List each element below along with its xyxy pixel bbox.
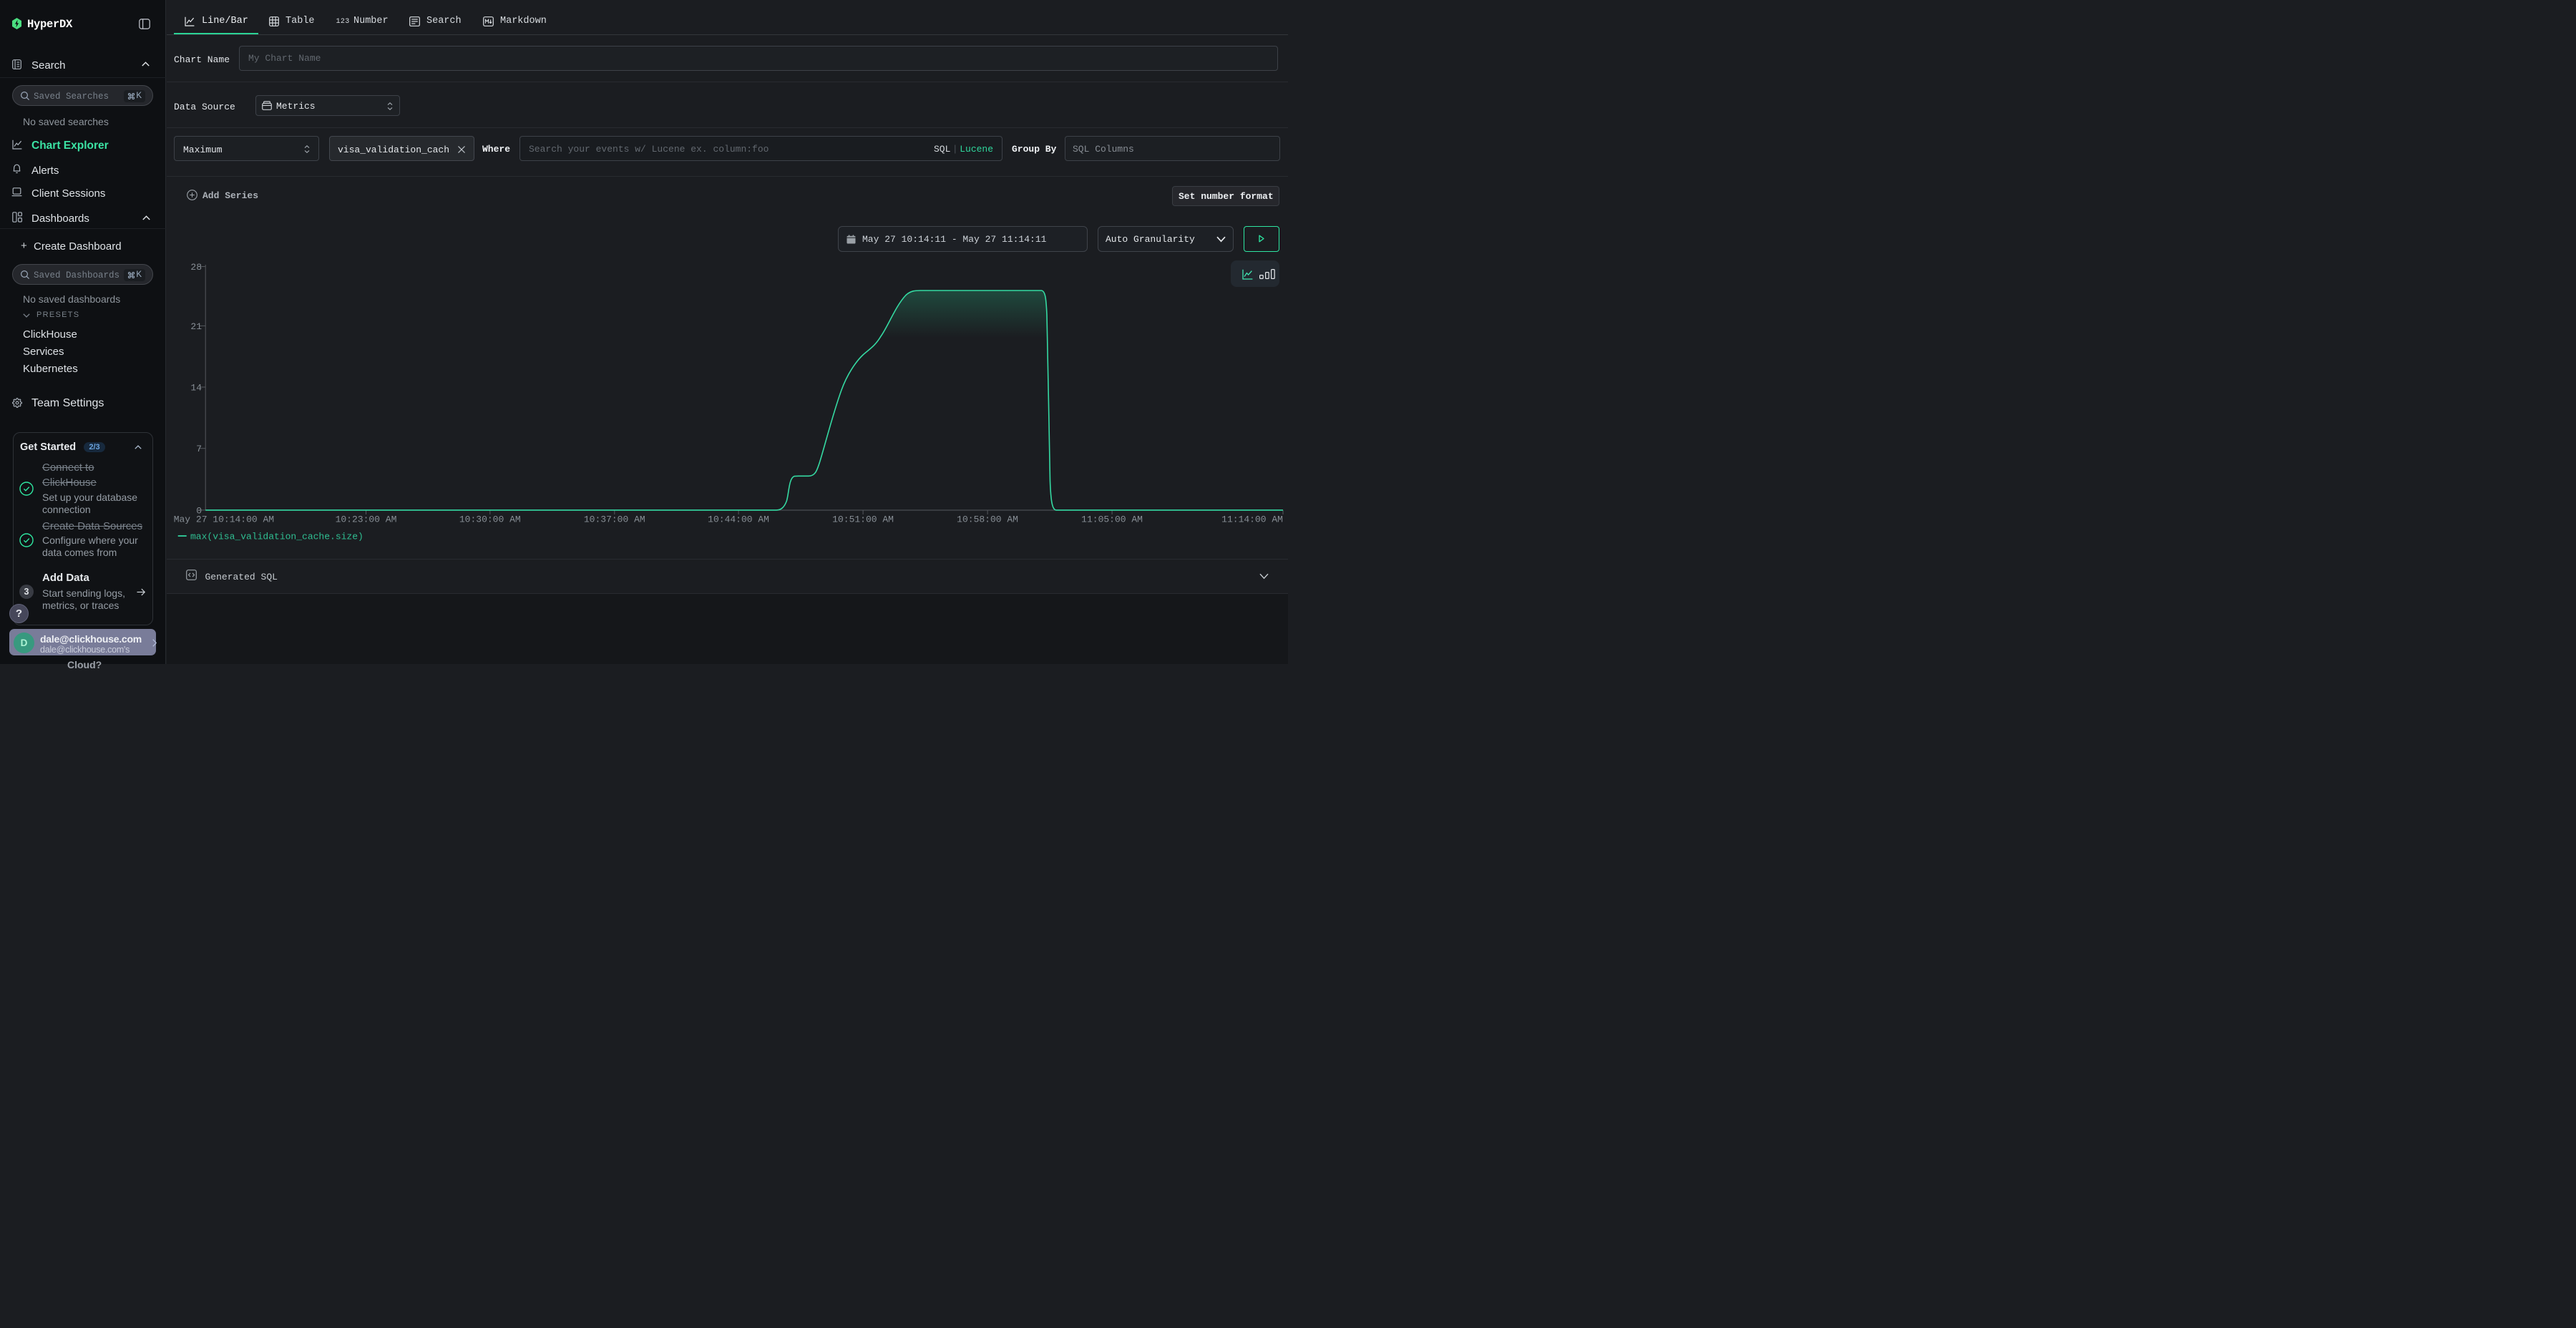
svg-text:28: 28 [190,262,202,273]
svg-text:10:44:00 AM: 10:44:00 AM [708,514,769,525]
svg-text:11:05:00 AM: 11:05:00 AM [1081,514,1143,525]
svg-text:10:51:00 AM: 10:51:00 AM [832,514,894,525]
svg-text:max(visa_validation_cache.size: max(visa_validation_cache.size) [190,532,364,542]
svg-text:10:30:00 AM: 10:30:00 AM [459,514,521,525]
svg-text:11:14:00 AM: 11:14:00 AM [1221,514,1283,525]
svg-text:14: 14 [190,383,202,394]
svg-text:10:23:00 AM: 10:23:00 AM [336,514,397,525]
svg-text:May 27 10:14:00 AM: May 27 10:14:00 AM [174,514,274,525]
svg-text:10:58:00 AM: 10:58:00 AM [957,514,1018,525]
svg-text:21: 21 [190,321,202,332]
svg-text:7: 7 [196,444,202,454]
svg-text:10:37:00 AM: 10:37:00 AM [584,514,645,525]
